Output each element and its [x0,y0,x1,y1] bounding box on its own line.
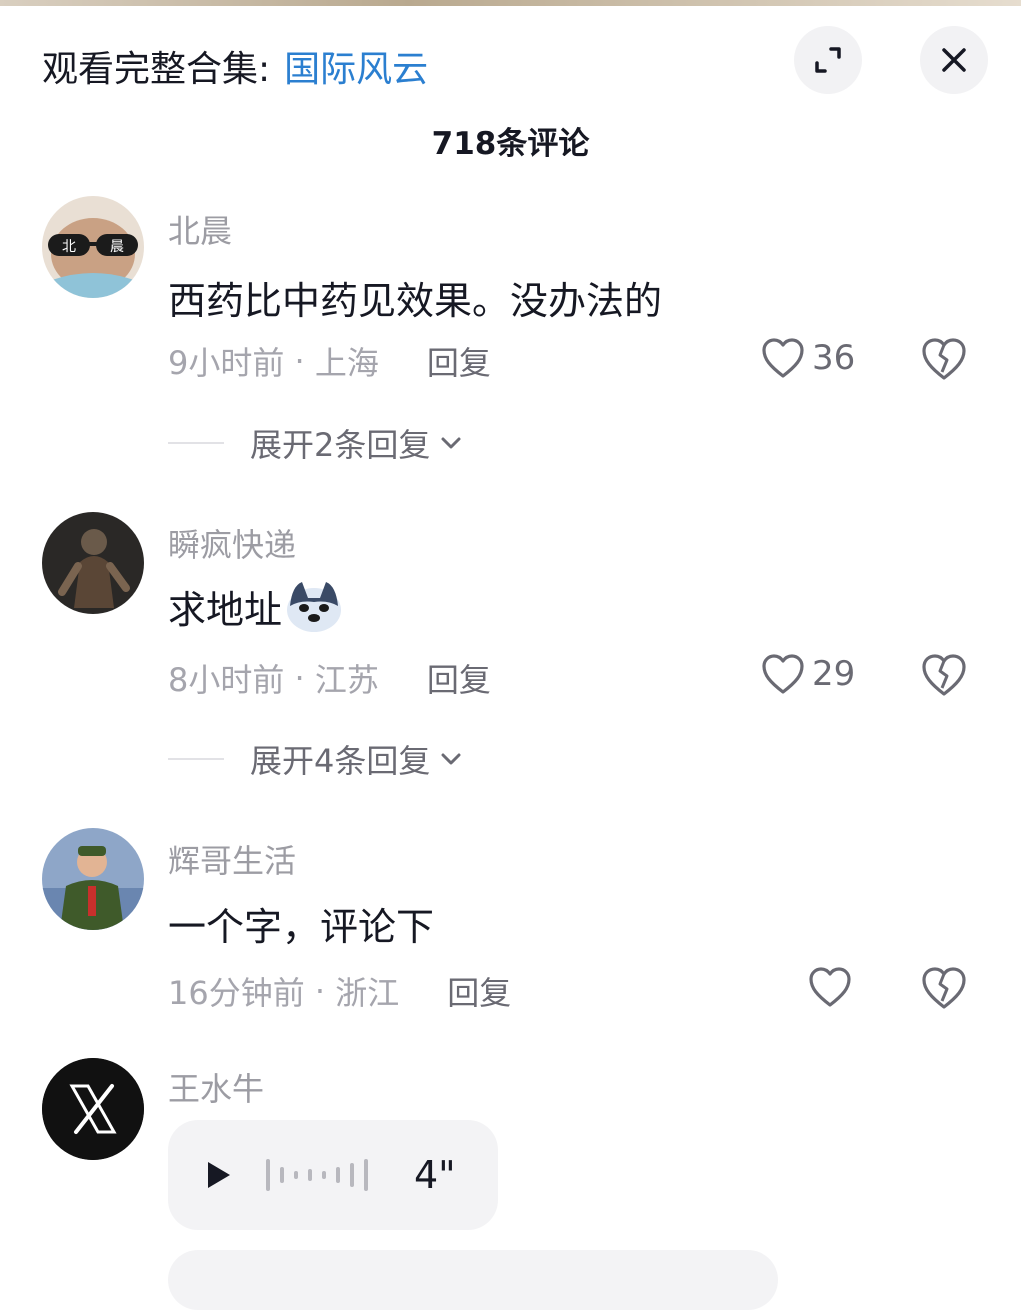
waveform-icon [266,1159,368,1191]
comment-time: 8小时前 [168,661,285,699]
broken-heart-icon [922,338,966,380]
username[interactable]: 北晨 [168,206,232,252]
expand-replies-label: 展开4条回复 [250,742,431,780]
comment-time: 16分钟前 [168,974,305,1012]
heart-icon [762,654,804,694]
avatar[interactable] [42,828,144,930]
avatar[interactable] [42,1058,144,1160]
username[interactable]: 王水牛 [168,1064,264,1110]
comment-meta: 9小时前 · 上海 回复 [168,338,491,384]
dislike-button[interactable] [920,336,968,386]
collection-link[interactable]: 国际风云 [284,40,428,92]
expand-replies-label: 展开2条回复 [250,426,431,464]
expand-replies[interactable]: 展开2条回复 [168,420,464,466]
username[interactable]: 辉哥生活 [168,836,296,882]
heart-icon [809,967,851,1007]
chevron-down-icon [441,437,461,449]
expand-button[interactable] [794,26,862,94]
collection-header: 观看完整合集: 国际风云 [42,36,428,96]
like-button[interactable]: 29 [760,652,855,696]
comment-count: 718条评论 [431,126,590,162]
voice-duration: 4" [414,1153,456,1197]
chevron-down-icon [441,753,461,765]
close-icon [942,48,966,72]
divider [168,442,224,444]
voice-message[interactable]: 4" [168,1120,498,1230]
avatar-text-right: 晨 [110,239,124,255]
comment-time: 9小时前 [168,344,285,382]
broken-heart-icon [922,654,966,696]
comment-meta: 16分钟前 · 浙江 回复 [168,968,511,1014]
dislike-button[interactable] [920,965,968,1015]
next-comment-preview [168,1250,778,1310]
top-edge [0,0,1021,6]
dislike-button[interactable] [920,652,968,702]
username[interactable]: 瞬疯快递 [168,520,296,566]
close-button[interactable] [920,26,988,94]
reply-button[interactable]: 回复 [447,968,511,1014]
comment-location: 上海 [314,344,379,382]
comment-meta: 8小时前 · 江苏 回复 [168,655,491,701]
broken-heart-icon [922,967,966,1009]
collection-prefix: 观看完整合集: [42,49,271,90]
expand-icon [815,47,841,73]
divider [168,758,224,760]
avatar-text-left: 北 [62,239,76,255]
reply-button[interactable]: 回复 [427,655,491,701]
comment-text: 西药比中药见效果。没办法的 [168,279,663,323]
reply-button[interactable]: 回复 [427,338,491,384]
like-count: 36 [812,338,856,378]
heart-icon [762,338,804,378]
comment-location: 浙江 [335,974,400,1012]
play-icon [208,1162,230,1188]
comment-body: 求地址 [168,578,344,634]
like-button[interactable] [807,965,859,1009]
expand-replies[interactable]: 展开4条回复 [168,736,464,782]
like-button[interactable]: 36 [760,336,855,380]
like-count: 29 [812,654,856,694]
comment-text: 一个字，评论下 [168,905,435,949]
avatar[interactable] [42,512,144,614]
comment-text: 求地址 [168,587,283,632]
comment-location: 江苏 [314,661,379,699]
husky-emoji-icon [287,582,342,632]
avatar[interactable]: 北 晨 [42,196,144,298]
